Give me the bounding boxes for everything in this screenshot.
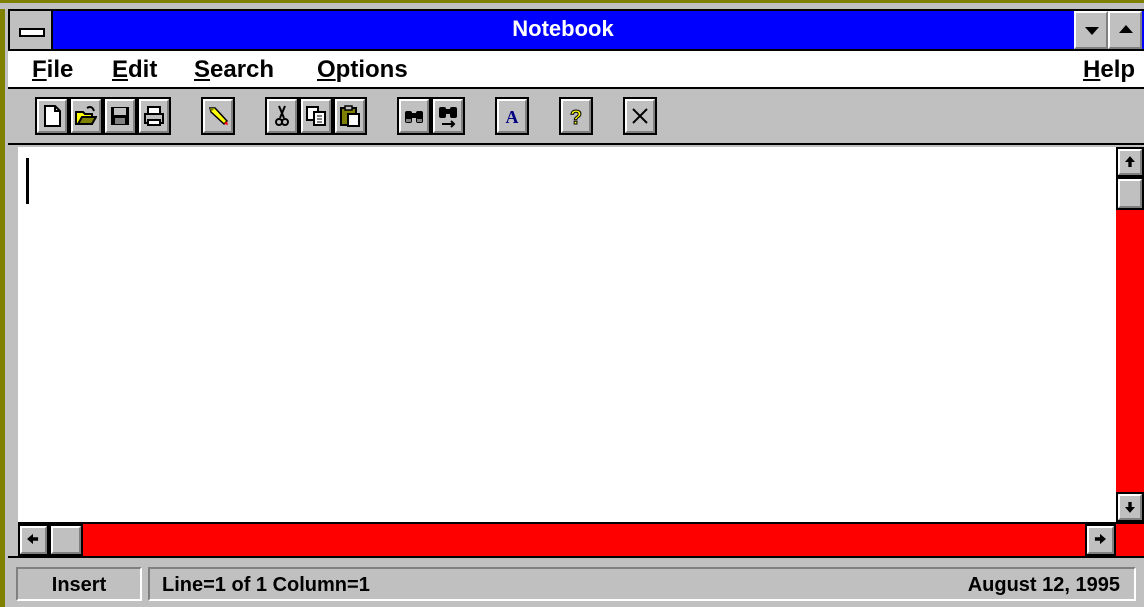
window-title: Notebook: [512, 16, 614, 41]
cut-button[interactable]: [265, 97, 299, 135]
print-button[interactable]: [137, 97, 171, 135]
toolbar: A ?: [8, 89, 1144, 145]
scroll-down-button[interactable]: [1116, 492, 1144, 522]
font-icon: A: [506, 107, 519, 127]
font-button[interactable]: A: [495, 97, 529, 135]
open-folder-icon: [75, 106, 97, 125]
status-position-panel: Line=1 of 1 Column=1 August 12, 1995: [148, 567, 1136, 601]
clipboard-icon: [340, 105, 360, 127]
binoculars-next-icon: [439, 107, 457, 128]
menu-bar: File Edit Search Options Help: [8, 51, 1144, 89]
arrow-right-icon: [1094, 533, 1106, 545]
menu-help[interactable]: Help: [1083, 56, 1135, 86]
menu-search[interactable]: Search: [194, 56, 274, 86]
printer-icon: [144, 106, 164, 126]
menu-options[interactable]: Options: [317, 56, 408, 86]
copy-button[interactable]: [299, 97, 333, 135]
minimize-arrow-icon: [1085, 27, 1099, 35]
new-document-icon: [44, 105, 61, 127]
pencil-icon: [209, 107, 229, 126]
open-file-button[interactable]: [69, 97, 103, 135]
maximize-button[interactable]: [1108, 11, 1142, 49]
vertical-scrollbar[interactable]: [1116, 147, 1144, 522]
save-button[interactable]: [103, 97, 137, 135]
find-button[interactable]: [397, 97, 431, 135]
maximize-arrow-icon: [1119, 25, 1133, 33]
close-x-icon: [632, 108, 648, 124]
edit-pen-button[interactable]: [201, 97, 235, 135]
horizontal-scroll-thumb[interactable]: [49, 524, 83, 556]
find-next-button[interactable]: [431, 97, 465, 135]
help-icon: ?: [569, 107, 582, 129]
scrollbar-corner: [1116, 522, 1144, 556]
arrow-up-icon: [1125, 156, 1135, 167]
new-file-button[interactable]: [35, 97, 69, 135]
scroll-up-button[interactable]: [1116, 147, 1144, 177]
scroll-right-button[interactable]: [1085, 524, 1116, 556]
status-date: August 12, 1995: [967, 574, 1120, 596]
copy-icon: [306, 106, 326, 126]
svg-text:?: ?: [570, 107, 582, 128]
help-button[interactable]: ?: [559, 97, 593, 135]
arrow-down-icon: [1125, 502, 1135, 513]
status-mode: Insert: [16, 567, 142, 601]
svg-text:A: A: [506, 107, 519, 127]
status-position: Line=1 of 1 Column=1: [162, 574, 370, 596]
scroll-left-button[interactable]: [18, 524, 49, 556]
vertical-scroll-thumb[interactable]: [1116, 177, 1144, 210]
floppy-disk-icon: [111, 107, 129, 125]
status-bar: Insert Line=1 of 1 Column=1 August 12, 1…: [8, 556, 1144, 607]
system-menu-button[interactable]: [8, 9, 53, 51]
binoculars-icon: [405, 111, 423, 123]
text-cursor: [26, 158, 29, 204]
system-menu-icon: [19, 28, 45, 37]
text-editor[interactable]: [18, 147, 1116, 522]
minimize-button[interactable]: [1074, 11, 1108, 49]
scissors-icon: [275, 105, 289, 126]
window-outer-border: [0, 0, 5, 607]
menu-file[interactable]: File: [32, 56, 73, 86]
exit-button[interactable]: [623, 97, 657, 135]
window-top-border: [0, 0, 1144, 9]
arrow-left-icon: [27, 533, 39, 545]
horizontal-scrollbar[interactable]: [18, 522, 1116, 556]
paste-button[interactable]: [333, 97, 367, 135]
menu-edit[interactable]: Edit: [112, 56, 157, 86]
